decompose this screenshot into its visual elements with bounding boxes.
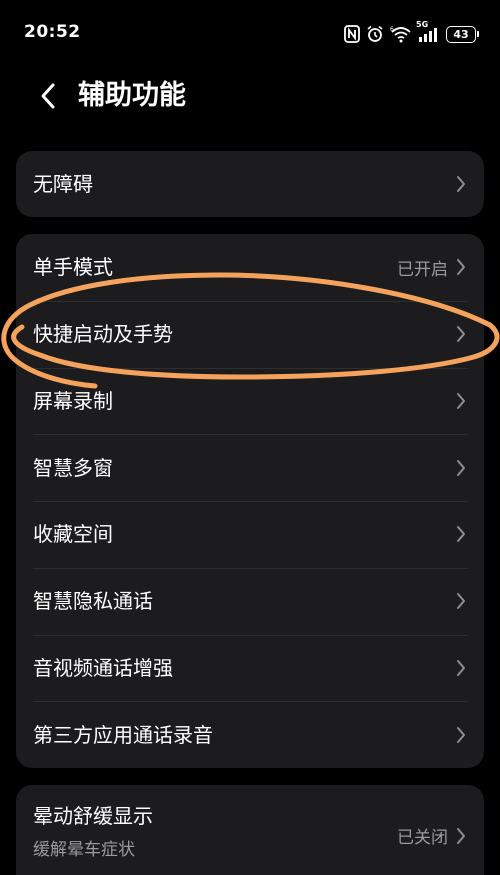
row-accessibility[interactable]: 无障碍 (16, 151, 484, 217)
chevron-right-icon (454, 173, 468, 195)
back-button[interactable] (30, 78, 66, 114)
chevron-right-icon (454, 256, 468, 278)
chevron-right-icon (454, 390, 468, 412)
row-label: 第三方应用通话录音 (33, 722, 213, 747)
row-text: 晕动舒缓显示 缓解晕车症状 (33, 803, 397, 860)
battery-icon: 43 (446, 25, 479, 43)
settings-group-1: 无障碍 (16, 151, 484, 217)
header: 辅助功能 (0, 68, 500, 124)
row-right: 已关闭 (397, 823, 468, 848)
row-value: 已关闭 (397, 828, 448, 848)
row-label: 单手模式 (33, 255, 113, 280)
row-label: 快捷启动及手势 (33, 322, 173, 347)
row-value: 已开启 (397, 259, 448, 280)
row-subtitle: 缓解晕车症状 (33, 840, 135, 860)
row-label: 音视频通话增强 (33, 655, 173, 680)
row-label: 智慧多窗 (33, 455, 113, 480)
chevron-right-icon (454, 590, 468, 612)
row-quick-launch-gestures[interactable]: 快捷启动及手势 (16, 300, 484, 368)
status-bar: 20:52 6 5G 43 (0, 0, 500, 68)
row-label: 晕动舒缓显示 (33, 804, 153, 828)
row-label: 无障碍 (33, 172, 93, 196)
row-one-hand-mode[interactable]: 单手模式 已开启 (16, 234, 484, 301)
chevron-right-icon (454, 724, 468, 746)
chevron-right-icon (454, 825, 468, 847)
battery-level: 43 (453, 27, 469, 41)
row-label: 收藏空间 (33, 522, 113, 547)
chevron-right-icon (454, 457, 468, 479)
status-time: 20:52 (24, 22, 81, 42)
status-icons: 6 5G 43 (344, 20, 479, 45)
chevron-left-icon (41, 83, 55, 109)
row-screen-recording[interactable]: 屏幕录制 (16, 367, 484, 435)
settings-group-2: 单手模式 已开启 快捷启动及手势 屏幕录制 智慧多窗 收藏空间 智慧隐私通话 音… (16, 234, 484, 768)
row-av-call-enhance[interactable]: 音视频通话增强 (16, 634, 484, 702)
row-smart-multi-window[interactable]: 智慧多窗 (16, 434, 484, 501)
row-motion-sickness-display[interactable]: 晕动舒缓显示 缓解晕车症状 已关闭 (16, 785, 484, 875)
network-type-label: 5G (416, 20, 429, 29)
row-favorites-space[interactable]: 收藏空间 (16, 501, 484, 568)
row-third-party-call-recording[interactable]: 第三方应用通话录音 (16, 701, 484, 768)
alarm-icon (366, 25, 384, 43)
chevron-right-icon (454, 323, 468, 345)
nfc-icon (344, 25, 360, 43)
settings-group-3: 晕动舒缓显示 缓解晕车症状 已关闭 (16, 785, 484, 875)
wifi-icon: 6 (390, 25, 412, 43)
chevron-right-icon (454, 523, 468, 545)
row-label: 屏幕录制 (33, 388, 113, 413)
row-smart-private-call[interactable]: 智慧隐私通话 (16, 567, 484, 635)
page-title: 辅助功能 (78, 80, 186, 111)
row-label: 智慧隐私通话 (33, 589, 153, 614)
chevron-right-icon (454, 657, 468, 679)
signal-icon: 5G (416, 20, 440, 43)
svg-text:6: 6 (390, 26, 394, 33)
